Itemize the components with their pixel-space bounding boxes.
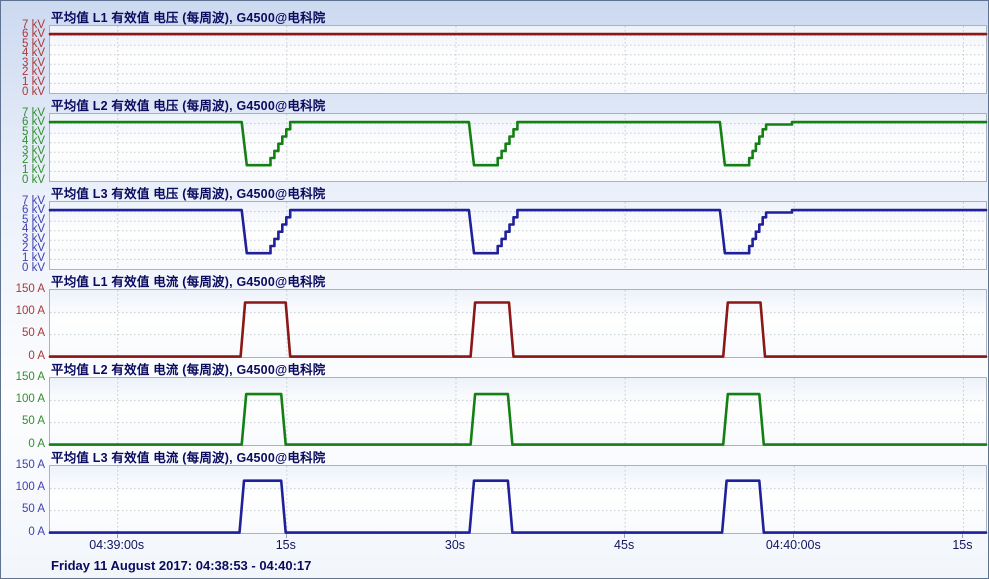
charts-area: 平均值 L1 有效值 电压 (每周波), G4500@电科院7 kV6 kV5 … [1, 1, 988, 534]
status-time-range-text: Friday 11 August 2017: 04:38:53 - 04:40:… [51, 558, 311, 573]
waveform-viewer-window: 平均值 L1 有效值 电压 (每周波), G4500@电科院7 kV6 kV5 … [0, 0, 989, 579]
chart-l3-current: 平均值 L3 有效值 电流 (每周波), G4500@电科院 150 A 100 A… [1, 446, 988, 534]
chart-title-l2-current: 平均值 L2 有效值 电流 (每周波), G4500@电科院 [51, 359, 325, 377]
plot-area-l2-voltage[interactable] [49, 113, 987, 182]
chart-l1-voltage: 平均值 L1 有效值 电压 (每周波), G4500@电科院7 kV6 kV5 … [1, 6, 988, 94]
plot-area-l3-voltage[interactable] [49, 201, 987, 270]
y-axis-label: 50 A [1, 416, 45, 427]
status-bar: Friday 11 August 2017: 04:38:53 - 04:40:… [1, 556, 988, 578]
y-axis-label: 100 A [1, 482, 45, 493]
chart-l2-current: 平均值 L2 有效值 电流 (每周波), G4500@电科院 150 A 100 A… [1, 358, 988, 446]
chart-title-l3-current: 平均值 L3 有效值 电流 (每周波), G4500@电科院 [51, 447, 325, 465]
waveform-svg-l1-current [50, 290, 986, 357]
y-axis-label: 50 A [1, 504, 45, 515]
waveform-svg-l2-voltage [50, 114, 986, 181]
chart-l1-current: 平均值 L1 有效值 电流 (每周波), G4500@电科院 150 A 100 A… [1, 270, 988, 358]
y-axis-label: 150 A [1, 372, 45, 383]
chart-title-l2-voltage: 平均值 L2 有效值 电压 (每周波), G4500@电科院 [51, 95, 325, 113]
y-axis-label: 100 A [1, 394, 45, 405]
plot-area-l1-current[interactable] [49, 289, 987, 358]
chart-l3-voltage: 平均值 L3 有效值 电压 (每周波), G4500@电科院7 kV6 kV5 … [1, 182, 988, 270]
chart-title-l1-current: 平均值 L1 有效值 电流 (每周波), G4500@电科院 [51, 271, 325, 289]
trace-l2-current [50, 394, 986, 445]
trace-l3-voltage [50, 210, 986, 253]
x-axis-label: 15s [952, 538, 972, 552]
plot-area-l2-current[interactable] [49, 377, 987, 446]
plot-area-l1-voltage[interactable] [49, 25, 987, 94]
x-axis-label: 04:40:00s [766, 538, 821, 552]
y-axis-label: 150 A [1, 460, 45, 471]
x-axis-label: 30s [445, 538, 465, 552]
waveform-svg-l1-voltage [50, 26, 986, 93]
trace-l1-current [50, 303, 986, 357]
plot-area-l3-current[interactable] [49, 465, 987, 534]
waveform-svg-l3-voltage [50, 202, 986, 269]
chart-l2-voltage: 平均值 L2 有效值 电压 (每周波), G4500@电科院7 kV6 kV5 … [1, 94, 988, 182]
x-axis-label: 45s [614, 538, 634, 552]
y-axis-label: 150 A [1, 284, 45, 295]
chart-title-l3-voltage: 平均值 L3 有效值 电压 (每周波), G4500@电科院 [51, 183, 325, 201]
trace-l2-voltage [50, 122, 986, 165]
y-axis-label: 50 A [1, 328, 45, 339]
x-axis-label: 15s [276, 538, 296, 552]
waveform-svg-l3-current [50, 466, 986, 533]
time-axis: 04:39:00s 15s 30s 45s 04:40:00s 15s [1, 534, 988, 555]
y-axis-label: 100 A [1, 306, 45, 317]
chart-title-l1-voltage: 平均值 L1 有效值 电压 (每周波), G4500@电科院 [51, 7, 325, 25]
x-axis-label: 04:39:00s [89, 538, 144, 552]
waveform-svg-l2-current [50, 378, 986, 445]
